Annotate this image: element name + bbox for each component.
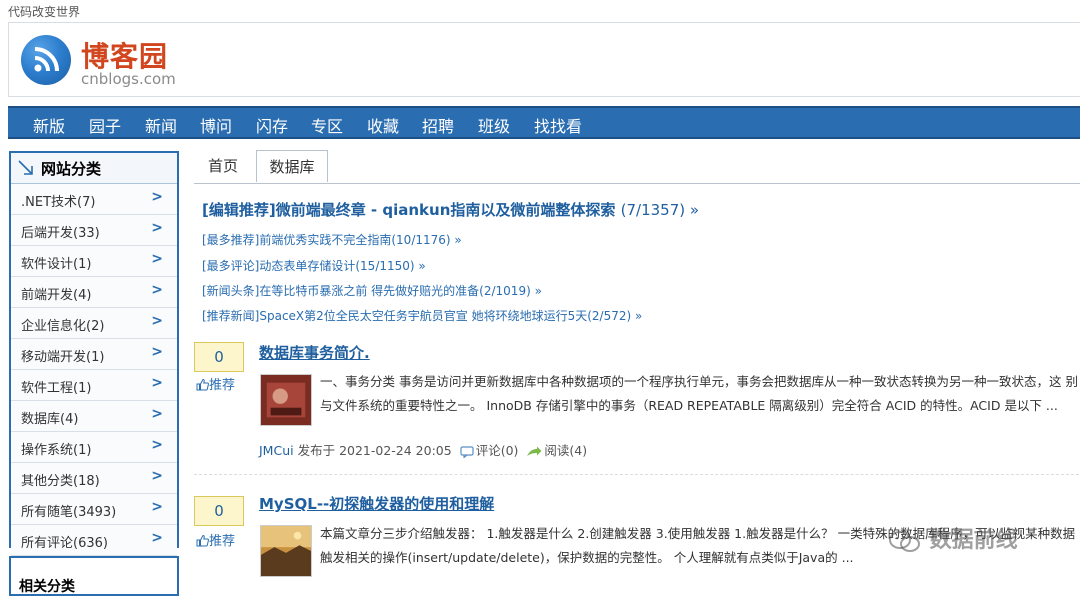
sidebar-item-label: 软件设计(1) [21, 257, 92, 272]
recommend-link[interactable]: [最多推荐]前端优秀实践不完全指南(10/1176) » [202, 231, 462, 248]
related-categories-title: 相关分类 [19, 579, 75, 595]
thumbs-up-icon [196, 534, 209, 547]
sidebar-item-enterprise[interactable]: 企业信息化(2) > [11, 308, 177, 339]
wechat-icon [889, 531, 920, 552]
nav-item-class[interactable]: 班级 [478, 113, 510, 137]
tab-bar: 首页 数据库 [194, 150, 1080, 184]
editor-recommend-link[interactable]: [编辑推荐]微前端最终章 - qiankun指南以及微前端整体探索 (7/135… [202, 199, 699, 220]
recommend-link[interactable]: [新闻头条]在等比特币暴涨之前 得先做好赔光的准备(2/1019) » [202, 282, 542, 299]
nav-item-garden[interactable]: 园子 [89, 113, 121, 137]
sidebar-item-label: 其他分类(18) [21, 474, 100, 489]
thumbs-up-icon [196, 378, 209, 391]
post-title-link[interactable]: MySQL--初探触发器的使用和理解 [259, 493, 494, 514]
sidebar-title: 网站分类 [41, 160, 102, 178]
nav-item-search[interactable]: 找找看 [534, 113, 582, 137]
sidebar-item-label: 软件工程(1) [21, 381, 92, 396]
cnblogs-logo-icon[interactable] [21, 35, 71, 85]
chevron-right-icon: > [151, 189, 163, 205]
rss-icon [34, 47, 59, 72]
post-summary: 一、事务分类 事务是访问并更新数据库中各种数据项的一个程序执行单元，事务会把数据… [320, 374, 1078, 413]
sidebar-item-label: 前端开发(4) [21, 288, 92, 303]
digg-button[interactable]: 推荐 [196, 374, 235, 393]
read-icon [527, 446, 542, 456]
chevron-right-icon: > [151, 375, 163, 391]
chevron-right-icon: > [151, 406, 163, 422]
logo-name[interactable]: 博客园 [81, 35, 168, 75]
post-title-link[interactable]: 数据库事务简介. [259, 342, 370, 363]
wechat-watermark: 数据前线 [888, 522, 1018, 554]
post-thumbnail-image[interactable] [260, 525, 312, 577]
chevron-right-icon: > [151, 499, 163, 515]
sidebar-item-software-engineering[interactable]: 软件工程(1) > [11, 370, 177, 401]
recommend-link[interactable]: [最多评论]动态表单存储设计(15/1150) » [202, 257, 426, 274]
post-author-link[interactable]: JMCui [259, 443, 294, 458]
nav-item-flash[interactable]: 闪存 [256, 113, 288, 137]
post-meta: JMCui 发布于 2021-02-24 20:05 评论(0) 阅读(4) [259, 440, 587, 459]
post-item: 0 推荐 数据库事务简介. 一、事务分类 事务是访问并更新数据库中各种数据项的一… [194, 342, 1080, 472]
post-comments-link[interactable]: 评论(0) [476, 443, 519, 458]
chevron-right-icon: > [151, 313, 163, 329]
post-divider [194, 474, 1080, 475]
sidebar-item-database[interactable]: 数据库(4) > [11, 401, 177, 432]
sidebar-item-label: 数据库(4) [21, 412, 79, 427]
sidebar-item-dotnet[interactable]: .NET技术(7) > [11, 184, 177, 215]
nav-item-new-version[interactable]: 新版 [33, 113, 65, 137]
watermark-text: 数据前线 [929, 528, 1018, 553]
nav-item-questions[interactable]: 博问 [200, 113, 232, 137]
arrow-down-right-icon [18, 160, 33, 175]
digg-widget: 0 推荐 [194, 493, 244, 555]
digg-button[interactable]: 推荐 [196, 530, 235, 549]
tab-database[interactable]: 数据库 [256, 150, 328, 182]
chevron-right-icon: > [151, 468, 163, 484]
sidebar-item-all-comments[interactable]: 所有评论(636) > [11, 525, 177, 556]
editor-recommend-title: [编辑推荐]微前端最终章 - qiankun指南以及微前端整体探索 [202, 201, 616, 219]
digg-label: 推荐 [209, 534, 236, 549]
post-views: 阅读(4) [544, 443, 588, 458]
post-date: 发布于 2021-02-24 20:05 [297, 443, 452, 458]
nav-item-news[interactable]: 新闻 [145, 113, 177, 137]
site-slogan: 代码改变世界 [8, 5, 81, 19]
sidebar-item-frontend[interactable]: 前端开发(4) > [11, 277, 177, 308]
chevron-right-icon: > [151, 220, 163, 236]
editor-recommend-count: (7/1357) » [620, 201, 700, 219]
sidebar-item-software-design[interactable]: 软件设计(1) > [11, 246, 177, 277]
main-nav: 新版 园子 新闻 博问 闪存 专区 收藏 招聘 班级 找找看 [8, 106, 1080, 139]
sidebar-item-label: .NET技术(7) [21, 195, 96, 210]
category-sidebar: 网站分类 .NET技术(7) > 后端开发(33) > 软件设计(1) > 前端开发(… [9, 151, 179, 556]
post-thumbnail-image[interactable] [260, 374, 312, 426]
sidebar-item-label: 所有评论(636) [21, 536, 108, 551]
sidebar-item-all-posts[interactable]: 所有随笔(3493) > [11, 494, 177, 525]
sidebar-item-label: 所有随笔(3493) [21, 505, 117, 520]
related-categories-panel: 相关分类 [9, 556, 179, 596]
nav-item-zone[interactable]: 专区 [311, 113, 343, 137]
sidebar-item-backend[interactable]: 后端开发(33) > [11, 215, 177, 246]
sidebar-item-label: 后端开发(33) [21, 226, 100, 241]
digg-label: 推荐 [209, 378, 236, 393]
sidebar-item-label: 移动端开发(1) [21, 350, 105, 365]
sidebar-item-mobile[interactable]: 移动端开发(1) > [11, 339, 177, 370]
sidebar-header: 网站分类 [11, 153, 177, 184]
chevron-right-icon: > [151, 282, 163, 298]
tab-home[interactable]: 首页 [194, 150, 252, 182]
chevron-right-icon: > [151, 437, 163, 453]
nav-item-jobs[interactable]: 招聘 [422, 113, 454, 137]
site-header: 博客园 cnblogs.com [8, 22, 1080, 97]
digg-count: 0 [194, 496, 244, 526]
comment-icon [460, 445, 474, 458]
recommend-link[interactable]: [推荐新闻]SpaceX第2位全民太空任务宇航员官宣 她将环绕地球运行5天(2/… [202, 307, 642, 324]
nav-item-favorites[interactable]: 收藏 [367, 113, 399, 137]
sidebar-item-label: 操作系统(1) [21, 443, 92, 458]
sidebar-item-os[interactable]: 操作系统(1) > [11, 432, 177, 463]
logo-domain[interactable]: cnblogs.com [81, 70, 176, 88]
sidebar-item-label: 企业信息化(2) [21, 319, 105, 334]
chevron-right-icon: > [151, 530, 163, 546]
digg-count: 0 [194, 342, 244, 372]
chevron-right-icon: > [151, 344, 163, 360]
sidebar-item-other[interactable]: 其他分类(18) > [11, 463, 177, 494]
digg-widget: 0 推荐 [194, 342, 244, 404]
chevron-right-icon: > [151, 251, 163, 267]
